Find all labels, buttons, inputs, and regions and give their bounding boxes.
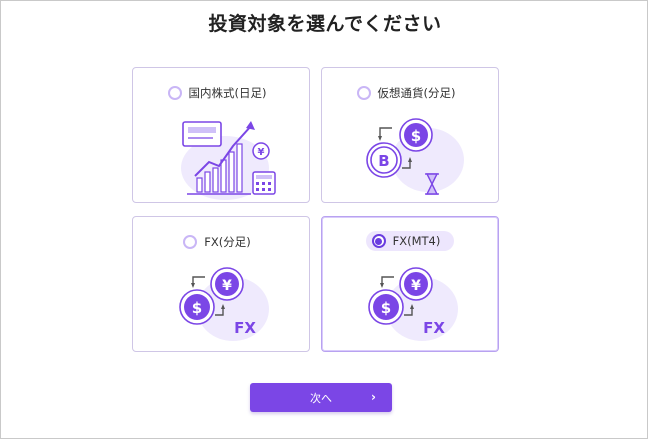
yen-glyph: ¥ (222, 278, 232, 294)
option-pill: FX(分足) (177, 231, 264, 253)
option-pill: 国内株式(日足) (162, 82, 281, 104)
option-label-row: 仮想通貨(分足) (322, 82, 498, 104)
yen-glyph: ¥ (258, 147, 265, 158)
option-pill: 仮想通貨(分足) (351, 82, 470, 104)
dollar-glyph: $ (381, 299, 391, 317)
option-label: FX(分足) (204, 235, 251, 249)
page-title: 投資対象を選んでください (208, 13, 442, 35)
option-pill: FX(MT4) (365, 231, 455, 251)
option-card-domestic-stock[interactable]: 国内株式(日足) ¥ (132, 67, 310, 203)
radio-button-selected[interactable] (371, 234, 386, 248)
option-card-crypto[interactable]: 仮想通貨(分足) $ B (321, 67, 499, 203)
stock-chart-icon: ¥ (181, 121, 276, 200)
option-label-row: FX(MT4) (322, 231, 498, 251)
option-label: 国内株式(日足) (188, 86, 267, 100)
fx-text: FX (423, 319, 445, 337)
radio-button[interactable] (356, 86, 371, 100)
dollar-glyph: $ (192, 299, 202, 317)
next-button-label: 次へ (310, 391, 332, 405)
option-card-fx-minute[interactable]: FX(分足) ¥ $ FX (132, 216, 310, 352)
option-label: FX(MT4) (392, 234, 441, 248)
bitcoin-glyph: B (378, 152, 389, 170)
radio-button[interactable] (167, 86, 182, 100)
chevron-right-icon: › (371, 390, 376, 404)
fx-exchange-icon: ¥ $ FX (368, 267, 458, 341)
dollar-glyph: $ (411, 127, 421, 145)
option-label-row: 国内株式(日足) (133, 82, 309, 104)
crypto-exchange-icon: $ B (366, 118, 464, 195)
yen-glyph: ¥ (411, 278, 421, 294)
radio-button[interactable] (183, 235, 198, 249)
next-button[interactable]: 次へ › (250, 383, 392, 412)
radio-dot (375, 237, 383, 245)
option-label: 仮想通貨(分足) (377, 86, 456, 100)
option-label-row: FX(分足) (133, 231, 309, 253)
option-card-fx-mt4[interactable]: FX(MT4) ¥ $ FX (321, 216, 499, 352)
fx-text: FX (234, 319, 256, 337)
fx-exchange-icon: ¥ $ FX (179, 267, 269, 341)
